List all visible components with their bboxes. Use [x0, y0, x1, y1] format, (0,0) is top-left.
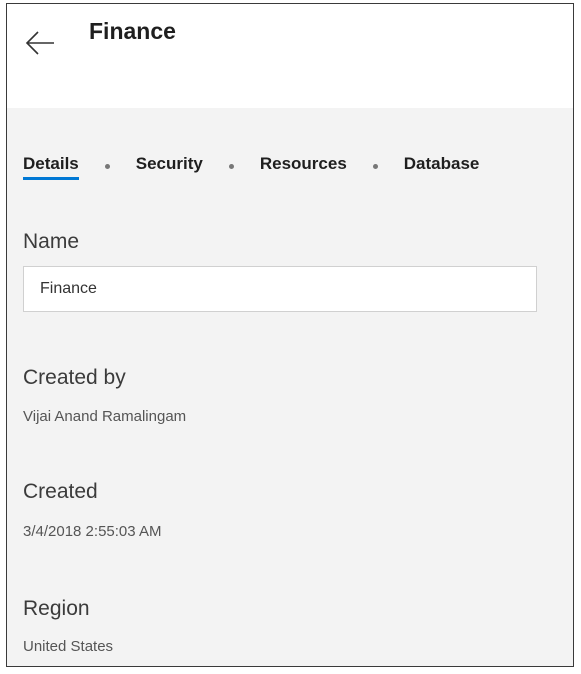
- name-label: Name: [23, 230, 80, 253]
- created-by-value: Vijai Anand Ramalingam: [23, 408, 187, 425]
- created-value: 3/4/2018 2:55:03 AM: [23, 523, 162, 540]
- tab-security[interactable]: Security: [136, 154, 203, 186]
- region-label: Region: [23, 597, 90, 620]
- arrow-left-icon[interactable]: [23, 26, 57, 60]
- tab-database[interactable]: Database: [404, 154, 480, 186]
- created-by-label: Created by: [23, 366, 126, 389]
- tab-bar: Details Security Resources Database: [23, 154, 479, 194]
- tab-details[interactable]: Details: [23, 154, 79, 186]
- tab-separator: [372, 164, 378, 169]
- page-title: Finance: [89, 18, 176, 44]
- name-input[interactable]: [23, 266, 537, 312]
- tab-resources[interactable]: Resources: [260, 154, 347, 186]
- tab-separator: [104, 164, 110, 169]
- region-value: United States: [23, 638, 114, 655]
- tab-separator: [228, 164, 234, 169]
- panel-header: Finance: [7, 4, 573, 108]
- details-panel: Finance Details Security Resources Datab…: [6, 3, 574, 667]
- created-label: Created: [23, 480, 98, 503]
